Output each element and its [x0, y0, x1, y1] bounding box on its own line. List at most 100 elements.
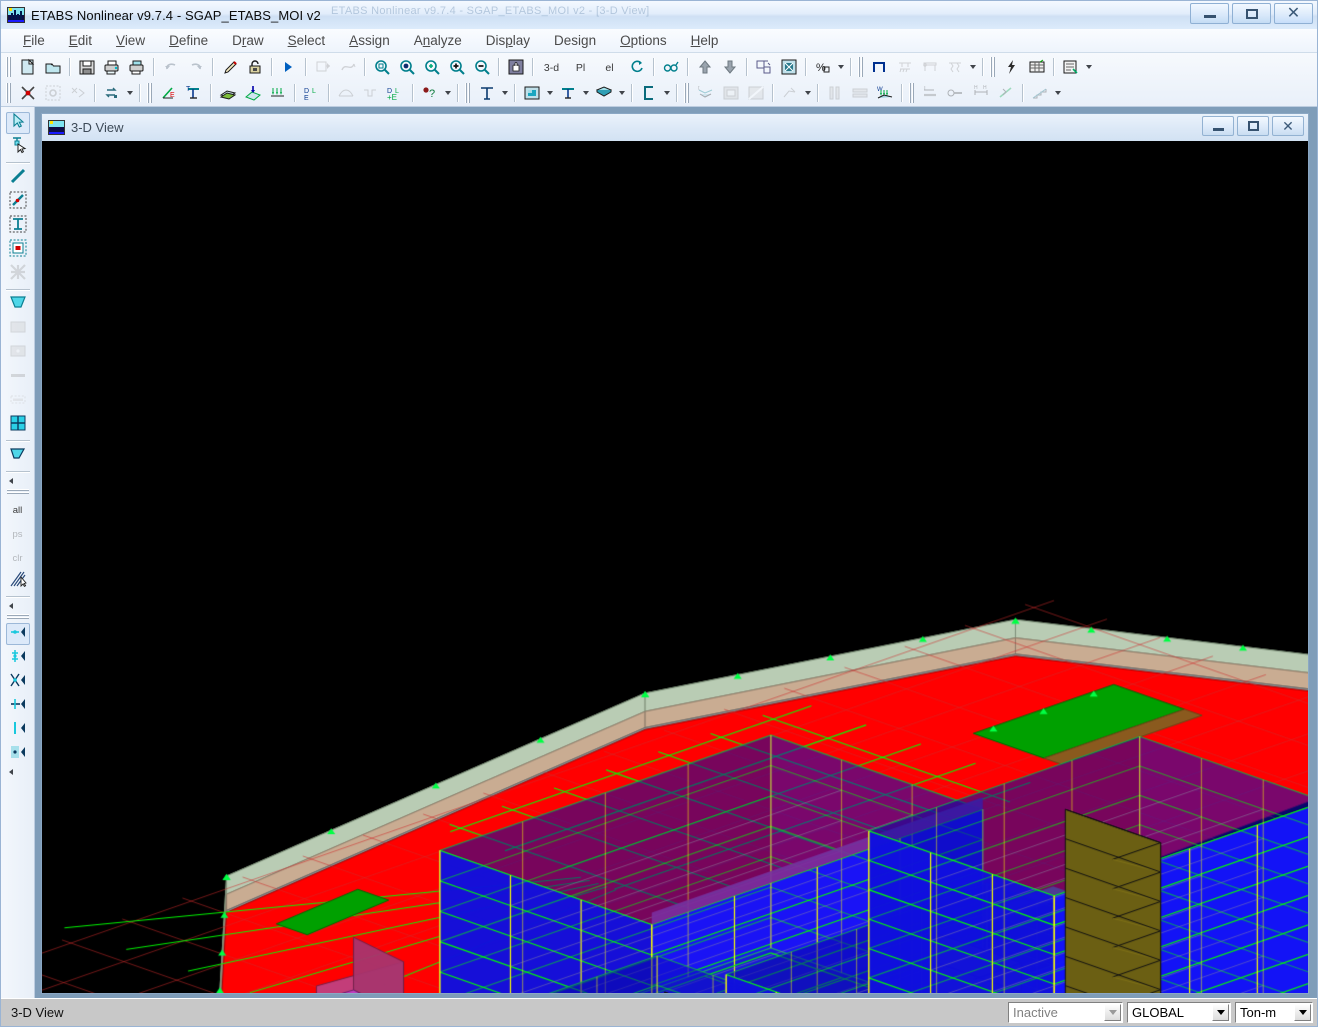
- toolbar-overflow-icon[interactable]: [6, 766, 30, 778]
- sidebar-intersect-select-tool[interactable]: [6, 570, 30, 592]
- toolbar-grip[interactable]: [908, 83, 915, 103]
- sidebar-snap-grid-tool[interactable]: [6, 647, 30, 669]
- menu-display[interactable]: Display: [474, 31, 542, 50]
- wall-load-button[interactable]: W: [873, 82, 896, 104]
- label-text-button[interactable]: [475, 82, 498, 104]
- chevron-down-icon[interactable]: [1083, 56, 1094, 78]
- close-button[interactable]: ✕: [1274, 3, 1313, 24]
- rotate-3d-button[interactable]: [625, 56, 648, 78]
- chevron-down-icon[interactable]: [1104, 1004, 1121, 1021]
- view-elevation-button[interactable]: el: [596, 56, 623, 78]
- extrude-view-button[interactable]: [556, 82, 579, 104]
- toolbar-grip[interactable]: [857, 57, 864, 77]
- sidebar-pointer-tool[interactable]: [5, 112, 30, 134]
- sidebar-draw-line-tool[interactable]: [6, 167, 30, 189]
- assign-wall-button[interactable]: T: [182, 82, 205, 104]
- new-model-button[interactable]: [16, 56, 39, 78]
- sidebar-draw-floor-tool[interactable]: [6, 414, 30, 436]
- chevron-down-icon[interactable]: [967, 56, 978, 78]
- draw-frame-button[interactable]: [868, 56, 891, 78]
- view-3d-button[interactable]: 3-d: [538, 56, 565, 78]
- story-up-button[interactable]: [693, 56, 716, 78]
- toolbar-grip[interactable]: [6, 614, 29, 620]
- select-pointer-button[interactable]: [16, 82, 39, 104]
- sidebar-draw-area-tool[interactable]: [6, 294, 30, 316]
- open-model-button[interactable]: [41, 56, 64, 78]
- coordinate-system-combo[interactable]: GLOBAL: [1127, 1002, 1231, 1023]
- chevron-down-icon[interactable]: [616, 82, 627, 104]
- model-viewport[interactable]: [42, 141, 1308, 993]
- sidebar-snap-perp-tool[interactable]: [6, 719, 30, 741]
- menu-view[interactable]: View: [104, 31, 157, 50]
- view-restore-button[interactable]: [1237, 116, 1269, 136]
- toolbar-grip[interactable]: [5, 57, 12, 77]
- show-loads-button[interactable]: DLE: [300, 82, 323, 104]
- toolbar-grip[interactable]: [5, 83, 12, 103]
- chevron-down-icon[interactable]: [499, 82, 510, 104]
- story-down-button[interactable]: [718, 56, 741, 78]
- print-button[interactable]: [125, 56, 148, 78]
- sidebar-snap-intersect-tool[interactable]: [6, 671, 30, 693]
- chevron-down-icon[interactable]: [802, 82, 813, 104]
- toolbar-grip[interactable]: [146, 83, 153, 103]
- menu-help[interactable]: Help: [679, 31, 731, 50]
- sidebar-draw-column-tool[interactable]: [6, 215, 30, 237]
- menu-draw[interactable]: Draw: [220, 31, 276, 50]
- zoom-in-button[interactable]: [420, 56, 443, 78]
- scale-button[interactable]: %: [811, 56, 834, 78]
- units-combo[interactable]: Ton-m: [1235, 1002, 1313, 1023]
- quick-load-button[interactable]: [1000, 56, 1023, 78]
- toolbar-grip[interactable]: [683, 83, 690, 103]
- view-minimize-button[interactable]: [1202, 116, 1234, 136]
- show-report-button[interactable]: [1059, 56, 1082, 78]
- zoom-in-step-button[interactable]: [445, 56, 468, 78]
- chevron-down-icon[interactable]: [1212, 1004, 1229, 1021]
- support-display-button[interactable]: [592, 82, 615, 104]
- menu-define[interactable]: Define: [157, 31, 220, 50]
- animation-state-combo[interactable]: Inactive: [1008, 1002, 1123, 1023]
- design-overwrite-button[interactable]: D L +E: [384, 82, 407, 104]
- toolbar-grip[interactable]: [989, 57, 996, 77]
- pan-button[interactable]: [504, 56, 527, 78]
- sidebar-draw-line-point-tool[interactable]: [6, 191, 30, 213]
- zoom-out-button[interactable]: [470, 56, 493, 78]
- zoom-window-button[interactable]: [370, 56, 393, 78]
- assign-section-button[interactable]: E: [157, 82, 180, 104]
- edit-mode-button[interactable]: [218, 56, 241, 78]
- sidebar-draw-ramp-tool[interactable]: [6, 445, 30, 467]
- toolbar-grip[interactable]: [6, 489, 29, 495]
- chevron-down-icon[interactable]: [580, 82, 591, 104]
- section-cut-button[interactable]: [637, 82, 660, 104]
- menu-assign[interactable]: Assign: [337, 31, 402, 50]
- minimize-button[interactable]: [1190, 3, 1229, 24]
- sidebar-snap-fine-tool[interactable]: [6, 743, 30, 765]
- chevron-down-icon[interactable]: [661, 82, 672, 104]
- toolbar-overflow-icon[interactable]: [6, 600, 30, 612]
- menu-design[interactable]: Design: [542, 31, 608, 50]
- zoom-previous-button[interactable]: [395, 56, 418, 78]
- print-preview-button[interactable]: [100, 56, 123, 78]
- menu-edit[interactable]: Edit: [57, 31, 104, 50]
- set-building-view-button[interactable]: [752, 56, 775, 78]
- show-tables-button[interactable]: [1025, 56, 1048, 78]
- sidebar-snap-point-tool[interactable]: [5, 623, 30, 645]
- run-analysis-button[interactable]: [277, 56, 300, 78]
- display-options-button[interactable]: [777, 56, 800, 78]
- chevron-down-icon[interactable]: [1294, 1004, 1311, 1021]
- fill-objects-button[interactable]: [520, 82, 543, 104]
- 3d-model-canvas[interactable]: [42, 142, 1308, 993]
- view-plan-button[interactable]: Pl: [567, 56, 594, 78]
- assign-dist-load-button[interactable]: [266, 82, 289, 104]
- toolbar-overflow-icon[interactable]: [6, 475, 30, 487]
- sidebar-snap-mid-tool[interactable]: [6, 695, 30, 717]
- assign-load-button[interactable]: [241, 82, 264, 104]
- identify-object-button[interactable]: ?: [418, 82, 441, 104]
- chevron-down-icon[interactable]: [835, 56, 846, 78]
- menu-select[interactable]: Select: [276, 31, 338, 50]
- chevron-down-icon[interactable]: [124, 82, 135, 104]
- sidebar-select-all-tool[interactable]: all: [6, 498, 30, 520]
- chevron-down-icon[interactable]: [1052, 82, 1063, 104]
- perspective-button[interactable]: [659, 56, 682, 78]
- menu-options[interactable]: Options: [608, 31, 679, 50]
- maximize-button[interactable]: [1232, 3, 1271, 24]
